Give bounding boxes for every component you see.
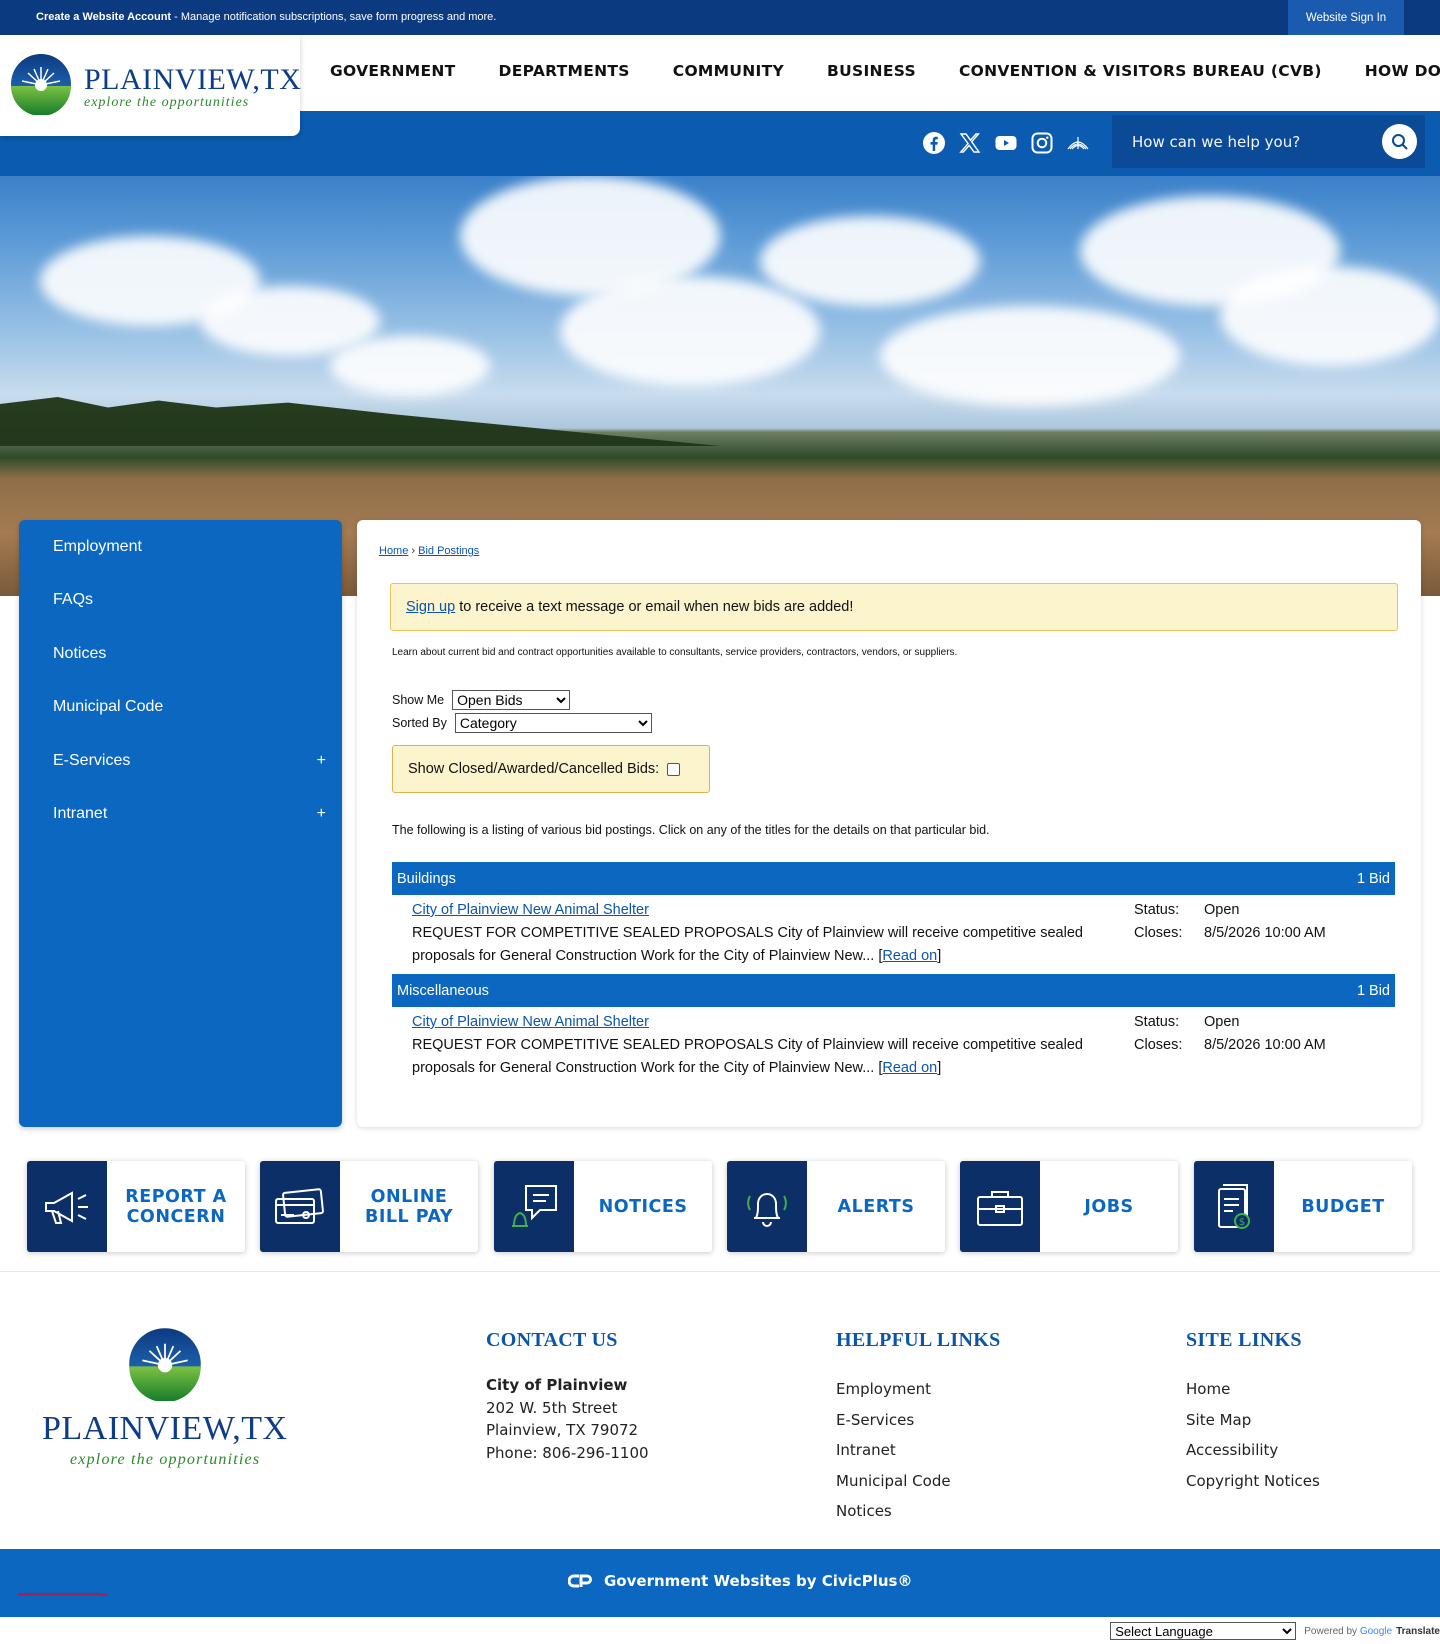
youtube-icon[interactable] bbox=[994, 131, 1018, 155]
footer-link[interactable]: Home bbox=[1186, 1374, 1320, 1405]
helpful-links: HELPFUL LINKS Employment E-Services Intr… bbox=[836, 1329, 1001, 1527]
sidenav-item-e-services[interactable]: E-Services + bbox=[19, 734, 342, 788]
nav-how-do-i[interactable]: HOW DO I... bbox=[1365, 62, 1440, 80]
footer-link[interactable]: Copyright Notices bbox=[1186, 1466, 1320, 1497]
search-icon bbox=[1391, 133, 1408, 150]
google-translate: Select Language Powered by Google Transla… bbox=[1110, 1622, 1440, 1640]
quick-link-report-concern[interactable]: REPORT A CONCERN bbox=[27, 1161, 245, 1252]
footer-logo-tagline: explore the opportunities bbox=[70, 1451, 261, 1468]
sidenav-item-municipal-code[interactable]: Municipal Code bbox=[19, 681, 342, 735]
main-content: Home › Bid Postings Sign up to receive a… bbox=[357, 520, 1421, 1127]
website-sign-in-button[interactable]: Website Sign In bbox=[1288, 0, 1404, 35]
briefcase-icon bbox=[977, 1190, 1023, 1226]
logo-tagline: explore the opportunities bbox=[84, 95, 250, 110]
document-dollar-icon: $ bbox=[1218, 1183, 1250, 1229]
language-select[interactable]: Select Language bbox=[1110, 1622, 1297, 1640]
bid-closes: 8/5/2026 10:00 AM bbox=[1204, 1037, 1326, 1053]
bid-status: Open bbox=[1204, 1014, 1240, 1030]
footer-link[interactable]: Employment bbox=[836, 1374, 1001, 1405]
main-nav: GOVERNMENT DEPARTMENTS COMMUNITY BUSINES… bbox=[330, 35, 1440, 107]
search-button[interactable] bbox=[1382, 124, 1417, 159]
logo-wordmark: PLAINVIEW,TX bbox=[84, 63, 302, 96]
bid-closes: 8/5/2026 10:00 AM bbox=[1204, 925, 1326, 941]
quick-link-alerts[interactable]: ALERTS bbox=[727, 1161, 945, 1252]
side-nav: Employment FAQs Notices Municipal Code E… bbox=[19, 520, 342, 1127]
breadcrumb: Home › Bid Postings bbox=[379, 545, 480, 557]
civicplus-logo-icon bbox=[568, 1574, 592, 1588]
expand-icon[interactable]: + bbox=[317, 752, 326, 770]
site-links: SITE LINKS Home Site Map Accessibility C… bbox=[1186, 1329, 1320, 1496]
intro-text: Learn about current bid and contract opp… bbox=[392, 647, 958, 658]
nav-business[interactable]: BUSINESS bbox=[827, 62, 916, 80]
bid-status: Open bbox=[1204, 902, 1240, 918]
quick-links: REPORT A CONCERN ONLINE BILL PAY NOTICES… bbox=[0, 1161, 1440, 1253]
nav-departments[interactable]: DEPARTMENTS bbox=[499, 62, 630, 80]
quick-link-notices[interactable]: NOTICES bbox=[494, 1161, 712, 1252]
category-header: Miscellaneous 1 Bid bbox=[392, 974, 1395, 1007]
quick-link-budget[interactable]: $ BUDGET bbox=[1194, 1161, 1412, 1252]
show-closed-toggle: Show Closed/Awarded/Cancelled Bids: bbox=[392, 745, 710, 793]
nav-community[interactable]: COMMUNITY bbox=[673, 62, 784, 80]
top-account-bar: Create a Website Account - Manage notifi… bbox=[0, 0, 1440, 35]
bid-meta: Status: Open Closes: 8/5/2026 10:00 AM bbox=[1134, 899, 1326, 945]
footer-link[interactable]: E-Services bbox=[836, 1405, 1001, 1436]
read-on-link[interactable]: Read on bbox=[882, 1060, 937, 1076]
bid-item: City of Plainview New Animal Shelter REQ… bbox=[412, 1011, 1397, 1080]
listing-text: The following is a listing of various bi… bbox=[392, 823, 990, 837]
sorted-by-select[interactable]: Category bbox=[454, 713, 652, 733]
site-logo[interactable]: PLAINVIEW,TX explore the opportunities bbox=[0, 35, 302, 136]
read-on-link[interactable]: Read on bbox=[882, 948, 937, 964]
accent-bar bbox=[18, 1593, 108, 1596]
nav-cvb[interactable]: CONVENTION & VISITORS BUREAU (CVB) bbox=[959, 62, 1322, 80]
show-me-filter: Show Me Open Bids bbox=[392, 690, 571, 710]
bid-item: City of Plainview New Animal Shelter REQ… bbox=[412, 899, 1397, 968]
footer-link[interactable]: Notices bbox=[836, 1496, 1001, 1527]
civicplus-link[interactable]: Government Websites by CivicPlus® bbox=[568, 1572, 912, 1590]
svg-text:$: $ bbox=[1239, 1217, 1245, 1228]
footer-link[interactable]: Site Map bbox=[1186, 1405, 1320, 1436]
sidenav-item-notices[interactable]: Notices bbox=[19, 627, 342, 681]
site-search bbox=[1112, 115, 1425, 168]
footer-link[interactable]: Intranet bbox=[836, 1435, 1001, 1466]
footer-link[interactable]: Accessibility bbox=[1186, 1435, 1320, 1466]
signup-link[interactable]: Sign up bbox=[406, 599, 455, 615]
expand-icon[interactable]: + bbox=[317, 805, 326, 823]
show-me-select[interactable]: Open Bids bbox=[452, 690, 571, 710]
social-links bbox=[922, 131, 1090, 155]
sorted-by-filter: Sorted By Category bbox=[392, 713, 652, 733]
category-header: Buildings 1 Bid bbox=[392, 862, 1395, 895]
civicplus-credits: Government Websites by CivicPlus® bbox=[0, 1549, 1440, 1617]
sidenav-item-employment[interactable]: Employment bbox=[19, 520, 342, 574]
breadcrumb-home[interactable]: Home bbox=[379, 545, 408, 557]
bell-icon bbox=[747, 1192, 787, 1227]
bid-title-link[interactable]: City of Plainview New Animal Shelter bbox=[412, 1014, 649, 1030]
footer-logo-wordmark[interactable]: PLAINVIEW,TX bbox=[42, 1410, 288, 1448]
show-closed-checkbox[interactable] bbox=[667, 762, 681, 776]
quick-link-online-bill-pay[interactable]: ONLINE BILL PAY bbox=[260, 1161, 478, 1252]
sidenav-item-intranet[interactable]: Intranet + bbox=[19, 788, 342, 842]
wheat-icon[interactable] bbox=[1066, 131, 1090, 155]
bid-meta: Status: Open Closes: 8/5/2026 10:00 AM bbox=[1134, 1011, 1326, 1057]
city-seal-icon bbox=[11, 54, 71, 115]
contact-us: CONTACT US City of Plainview 202 W. 5th … bbox=[486, 1329, 649, 1462]
quick-link-jobs[interactable]: JOBS bbox=[960, 1161, 1178, 1252]
bid-title-link[interactable]: City of Plainview New Animal Shelter bbox=[412, 902, 649, 918]
city-seal-icon bbox=[129, 1328, 201, 1401]
nav-government[interactable]: GOVERNMENT bbox=[330, 62, 456, 80]
chat-bell-icon bbox=[512, 1184, 557, 1227]
facebook-icon[interactable] bbox=[922, 131, 946, 155]
footer: PLAINVIEW,TX explore the opportunities C… bbox=[0, 1271, 1440, 1549]
footer-link[interactable]: Municipal Code bbox=[836, 1466, 1001, 1497]
signup-notice: Sign up to receive a text message or ema… bbox=[390, 583, 1398, 631]
credit-card-icon bbox=[275, 1187, 324, 1224]
breadcrumb-bid-postings[interactable]: Bid Postings bbox=[418, 545, 479, 557]
megaphone-icon bbox=[45, 1190, 88, 1224]
x-twitter-icon[interactable] bbox=[958, 131, 982, 155]
create-account-link[interactable]: Create a Website Account - Manage notifi… bbox=[36, 11, 496, 23]
sidenav-item-faqs[interactable]: FAQs bbox=[19, 574, 342, 628]
google-logo: Google bbox=[1359, 1625, 1393, 1637]
search-input[interactable] bbox=[1112, 115, 1372, 168]
instagram-icon[interactable] bbox=[1030, 131, 1054, 155]
